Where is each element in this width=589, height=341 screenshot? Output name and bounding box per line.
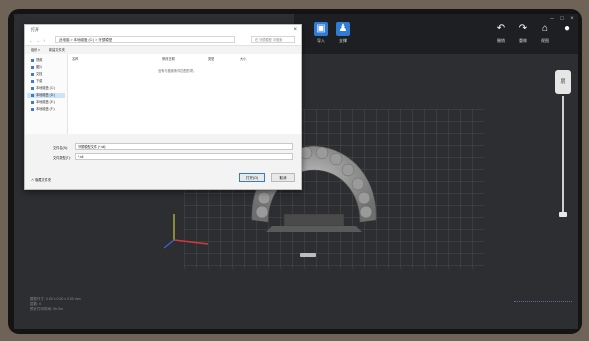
dialog-title: 打开 <box>31 27 39 32</box>
cube-icon: ▣ <box>314 22 328 36</box>
sidebar-item-label: 文档 <box>36 72 43 76</box>
person-icon: ♟ <box>336 22 350 36</box>
drive-icon <box>31 107 34 111</box>
sidebar-item-downloads[interactable]: 下载 <box>31 79 42 84</box>
sidebar-item-label: 视频 <box>36 58 43 62</box>
filetype-label: 文件类型(T): <box>53 156 71 160</box>
status-indicator <box>514 301 572 310</box>
drive-icon <box>31 93 34 97</box>
search-field[interactable]: 在 牙颌模型 中搜索 <box>251 36 295 43</box>
filetype-select[interactable]: *.stl <box>75 153 293 160</box>
dialog-sidebar: 视频 图片 文档 下载 本地磁盘 (C:) 本地磁盘 (D:) 本地磁盘 (E:… <box>25 54 68 134</box>
model-info: 模型尺寸: 0.00 x 0.00 x 0.00 mm 层数: 0 预计打印时间… <box>30 297 81 312</box>
drive-icon <box>31 100 34 104</box>
sidebar-item-label: 图片 <box>36 65 43 69</box>
folder-icon <box>31 79 34 83</box>
minimize-icon[interactable]: – <box>548 16 556 22</box>
sidebar-item-drive-e[interactable]: 本地磁盘 (E:) <box>31 100 55 105</box>
file-list[interactable]: 名称 修改日期 类型 大小 没有与搜索条件匹配的项。 <box>68 54 301 134</box>
open-file-dialog: 打开 × ← → ↑ 此电脑 > 本地磁盘 (C:) > 牙颌模型 在 牙颌模型… <box>24 24 302 190</box>
support-label: 支撑 <box>339 38 347 43</box>
column-type[interactable]: 类型 <box>208 56 214 61</box>
redo-button[interactable]: ↷ 重做 <box>512 20 534 50</box>
undo-label: 撤销 <box>497 38 505 43</box>
folder-icon <box>31 65 34 69</box>
view-button[interactable]: ⌂ 视图 <box>534 20 556 50</box>
dialog-navbar: ← → ↑ 此电脑 > 本地磁盘 (C:) > 牙颌模型 在 牙颌模型 中搜索 <box>25 35 301 46</box>
sidebar-item-drive-f[interactable]: 本地磁盘 (F:) <box>31 107 55 112</box>
sidebar-item-label: 本地磁盘 (E:) <box>36 100 55 104</box>
folder-icon <box>31 72 34 76</box>
drive-icon <box>31 86 34 90</box>
sidebar-item-videos[interactable]: 视频 <box>31 58 42 63</box>
layer-slider-label: 层 <box>560 79 566 85</box>
close-window-icon[interactable]: × <box>568 16 576 22</box>
sidebar-item-drive-d[interactable]: 本地磁盘 (D:) <box>27 93 65 98</box>
undo-icon: ↶ <box>496 23 506 34</box>
filename-row: 文件名(N): 牙颌模型文件 (*.stl) <box>25 143 301 151</box>
maximize-icon[interactable]: □ <box>558 16 566 22</box>
organize-menu[interactable]: 组织 ▾ <box>31 46 40 54</box>
dialog-titlebar: 打开 × <box>25 25 301 35</box>
filename-label: 文件名(N): <box>53 146 68 150</box>
user-icon: ● <box>563 23 571 34</box>
redo-label: 重做 <box>519 38 527 43</box>
close-icon[interactable]: × <box>293 25 297 35</box>
home-icon: ⌂ <box>541 23 549 34</box>
back-arrow-icon[interactable]: ← <box>29 38 33 43</box>
filename-input[interactable]: 牙颌模型文件 (*.stl) <box>75 143 293 150</box>
layer-slider-knob[interactable] <box>559 212 567 217</box>
undo-button[interactable]: ↶ 撤销 <box>490 20 512 50</box>
column-name[interactable]: 名称 <box>72 56 78 61</box>
sidebar-item-label: 本地磁盘 (D:) <box>36 93 55 97</box>
view-label: 视图 <box>541 38 549 43</box>
small-part[interactable] <box>299 252 317 258</box>
axis-gizmo <box>163 214 209 249</box>
redo-icon: ↷ <box>518 23 528 34</box>
filetype-row: 文件类型(T): *.stl <box>25 153 301 161</box>
support-button[interactable]: ♟ 支撑 <box>332 20 354 50</box>
new-folder-button[interactable]: 新建文件夹 <box>49 46 65 54</box>
cancel-button[interactable]: 取消 <box>271 173 295 182</box>
user-button[interactable]: ● <box>556 20 578 50</box>
open-button[interactable]: 打开(O) <box>239 173 265 182</box>
sidebar-item-label: 本地磁盘 (F:) <box>36 107 55 111</box>
sidebar-item-label: 本地磁盘 (C:) <box>36 86 55 90</box>
folder-icon <box>31 58 34 62</box>
sidebar-item-pictures[interactable]: 图片 <box>31 65 42 70</box>
column-size[interactable]: 大小 <box>240 56 246 61</box>
forward-arrow-icon[interactable]: → <box>36 38 40 43</box>
print-time: 预计打印时间: 0h 0m <box>30 307 63 311</box>
sidebar-item-drive-c[interactable]: 本地磁盘 (C:) <box>31 86 55 91</box>
hide-folders-toggle[interactable]: ∧ 隐藏文件夹 <box>31 177 51 182</box>
app-toolbar: ▣ 导入 ♟ 支撑 ↶ 撤销 ↷ 重做 ⌂ 视图 ● – □ × <box>294 14 578 54</box>
dialog-commandbar: 组织 ▾ 新建文件夹 <box>25 46 301 54</box>
column-modified[interactable]: 修改日期 <box>162 56 175 61</box>
empty-message: 没有与搜索条件匹配的项。 <box>158 69 197 73</box>
address-bar[interactable]: 此电脑 > 本地磁盘 (C:) > 牙颌模型 <box>55 36 235 43</box>
sidebar-item-documents[interactable]: 文档 <box>31 72 42 77</box>
import-label: 导入 <box>317 38 325 43</box>
import-button[interactable]: ▣ 导入 <box>310 20 332 50</box>
layer-slider-track[interactable] <box>562 96 564 216</box>
layer-slider-top[interactable]: 层 <box>555 70 571 94</box>
sidebar-item-label: 下载 <box>36 79 43 83</box>
app-screen: ▣ 导入 ♟ 支撑 ↶ 撤销 ↷ 重做 ⌂ 视图 ● – □ × 层 模型尺寸:… <box>14 14 578 329</box>
up-arrow-icon[interactable]: ↑ <box>43 38 45 43</box>
